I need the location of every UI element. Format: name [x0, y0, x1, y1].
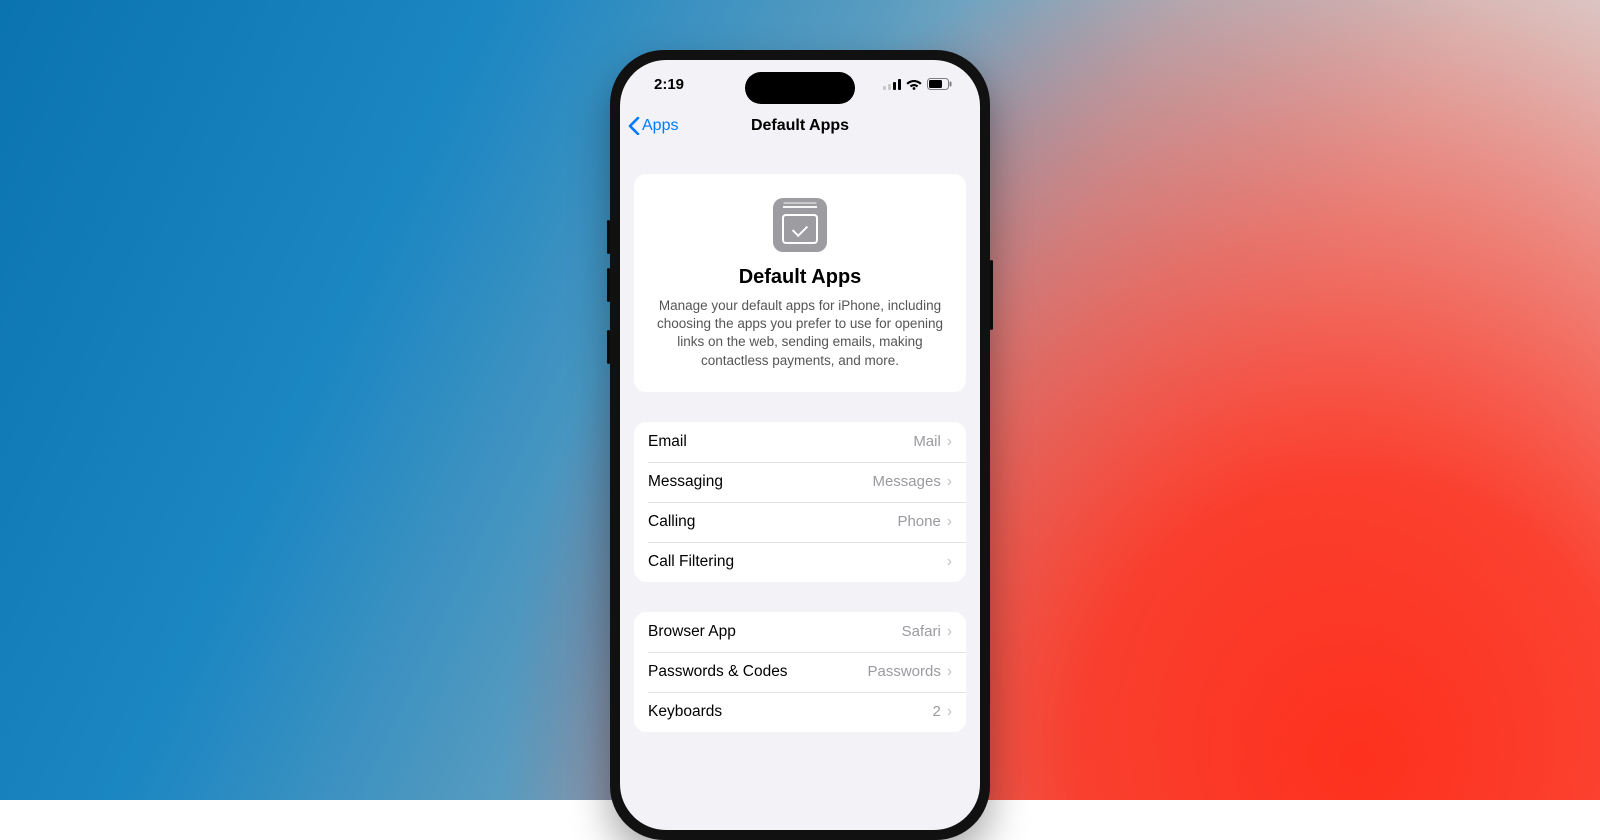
phone-frame: 2:19 [610, 50, 990, 840]
row-label: Messaging [648, 473, 872, 491]
row-messaging[interactable]: Messaging Messages › [634, 462, 966, 502]
row-calling[interactable]: Calling Phone › [634, 502, 966, 542]
row-passwords[interactable]: Passwords & Codes Passwords › [634, 652, 966, 692]
row-call-filtering[interactable]: Call Filtering › [634, 542, 966, 582]
battery-icon [927, 78, 952, 90]
phone-screen: 2:19 [620, 60, 980, 830]
row-value: Passwords [867, 663, 940, 680]
dynamic-island [745, 72, 855, 104]
hero-card: Default Apps Manage your default apps fo… [634, 174, 966, 392]
default-apps-icon [773, 198, 827, 252]
hero-title: Default Apps [648, 266, 952, 289]
chevron-right-icon: › [947, 553, 952, 571]
settings-group-1: Email Mail › Messaging Messages › Callin… [634, 422, 966, 582]
row-value: Phone [897, 513, 940, 530]
row-label: Browser App [648, 623, 902, 641]
row-email[interactable]: Email Mail › [634, 422, 966, 462]
hero-body: Manage your default apps for iPhone, inc… [648, 297, 952, 370]
row-label: Calling [648, 513, 897, 531]
row-label: Passwords & Codes [648, 663, 867, 681]
chevron-right-icon: › [947, 433, 952, 451]
back-button[interactable]: Apps [628, 117, 678, 135]
cellular-icon [883, 79, 901, 90]
wifi-icon [906, 78, 922, 90]
chevron-right-icon: › [947, 473, 952, 491]
row-value: Messages [872, 473, 940, 490]
row-value: 2 [932, 703, 940, 720]
chevron-right-icon: › [947, 703, 952, 721]
row-label: Keyboards [648, 703, 932, 721]
back-label: Apps [642, 117, 678, 135]
row-browser[interactable]: Browser App Safari › [634, 612, 966, 652]
row-label: Email [648, 433, 913, 451]
chevron-right-icon: › [947, 663, 952, 681]
row-keyboards[interactable]: Keyboards 2 › [634, 692, 966, 732]
row-label: Call Filtering [648, 553, 941, 571]
nav-bar: Apps Default Apps [620, 108, 980, 144]
nav-title: Default Apps [751, 117, 849, 135]
row-value: Mail [913, 433, 941, 450]
chevron-right-icon: › [947, 623, 952, 641]
settings-group-2: Browser App Safari › Passwords & Codes P… [634, 612, 966, 732]
content: Default Apps Manage your default apps fo… [620, 144, 980, 732]
row-value: Safari [902, 623, 941, 640]
chevron-right-icon: › [947, 513, 952, 531]
chevron-left-icon [628, 117, 640, 135]
status-icons [883, 78, 952, 90]
status-time: 2:19 [654, 76, 684, 93]
